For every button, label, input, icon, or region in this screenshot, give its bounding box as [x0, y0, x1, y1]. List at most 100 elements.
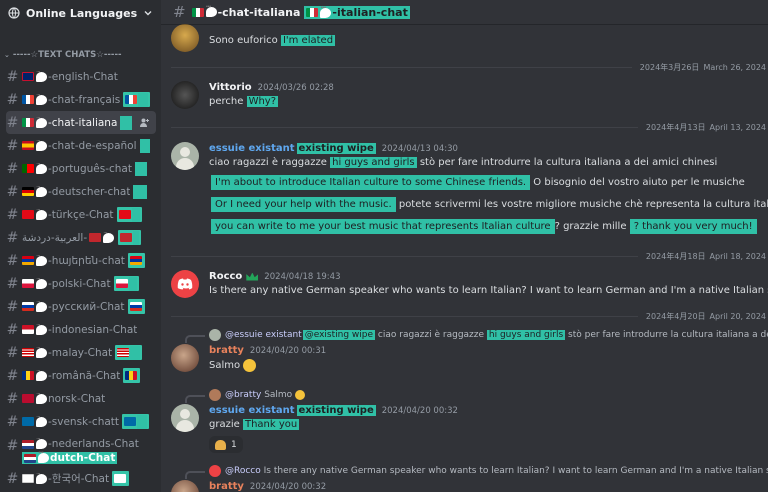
pl-flag-icon — [22, 279, 34, 288]
channel-nederlands[interactable]: #-nederlands-Chatdutch-Chat — [6, 433, 156, 467]
reply-preview[interactable]: @bratty Salmo — [209, 389, 306, 401]
channel-svensk[interactable]: # -svensk-chatt — [6, 410, 156, 433]
channel-title: -chat-italiana — [217, 5, 301, 19]
globe-icon — [8, 7, 20, 19]
channel-francais[interactable]: # -chat-français — [6, 88, 156, 111]
my-flag-icon — [22, 348, 34, 357]
channel-label: -nederlands-Chat — [48, 438, 139, 450]
channel-norsk[interactable]: # norsk-Chat — [6, 387, 156, 410]
author-name[interactable]: essuie existant — [209, 405, 295, 416]
speech-bubble-icon — [36, 183, 47, 197]
mini-avatar — [209, 389, 221, 401]
channel-label: -indonesian-Chat — [48, 323, 138, 336]
avatar[interactable] — [171, 24, 199, 52]
avatar[interactable] — [171, 480, 199, 492]
avatar[interactable] — [171, 404, 199, 432]
it-flag-icon — [22, 118, 34, 127]
speech-bubble-icon — [36, 114, 47, 128]
channel-label: -հայերեն-chat — [48, 254, 125, 267]
message-content: Sono euforico I'm elated — [209, 35, 336, 46]
message-content: Salmo — [209, 359, 257, 372]
speech-bubble-icon — [205, 3, 217, 17]
ma-flag-tag-icon — [118, 230, 142, 245]
speech-bubble-icon — [36, 252, 47, 266]
timestamp: 2024/04/20 00:32 — [381, 405, 458, 416]
channel-romana[interactable]: # -română-Chat — [6, 364, 156, 387]
hash-icon: # — [6, 298, 19, 315]
add-user-icon[interactable] — [139, 117, 150, 128]
author-name[interactable]: bratty — [209, 345, 244, 356]
message-content: Or I need your help with the music. pote… — [211, 197, 768, 212]
id-flag-icon — [22, 325, 34, 334]
channel-russian[interactable]: # -русский-Chat — [6, 295, 156, 318]
speech-bubble-icon — [36, 470, 47, 484]
channel-espanol[interactable]: # -chat-de-español — [6, 134, 156, 157]
message-content: grazie Thank you — [209, 419, 300, 430]
channel-armenian[interactable]: # -հայերեն-chat — [6, 249, 156, 272]
channel-label: -chat-italiana — [48, 116, 118, 129]
reaction-chip[interactable]: 1 — [209, 436, 243, 453]
kr-flag-icon — [22, 474, 34, 483]
message-content: Is there any native German speaker who w… — [209, 285, 768, 296]
channel-turkce[interactable]: # -türkçe-Chat — [6, 203, 156, 226]
channel-arabic[interactable]: # العربية-دردشة- — [6, 226, 156, 249]
timestamp: 2024/04/18 19:43 — [264, 271, 341, 282]
hash-icon: # — [6, 229, 19, 246]
speech-bubble-icon — [36, 367, 47, 381]
channel-indonesian[interactable]: # -indonesian-Chat — [6, 318, 156, 341]
no-flag-icon — [22, 394, 34, 403]
fr-flag-tag-icon — [123, 92, 151, 107]
hash-icon: # — [6, 68, 19, 85]
channel-malay[interactable]: # -malay-Chat — [6, 341, 156, 364]
de-flag-icon — [22, 187, 34, 196]
pl-flag-tag-icon — [113, 276, 139, 291]
ru-flag-icon — [22, 302, 34, 311]
channel-portugues[interactable]: # -português-chat — [6, 157, 156, 180]
hash-icon: # — [6, 114, 19, 131]
author-name[interactable]: Rocco — [209, 271, 242, 282]
author-name[interactable]: essuie existant — [209, 143, 295, 154]
chevron-down-icon[interactable] — [143, 8, 153, 18]
speech-bubble-icon — [36, 435, 47, 449]
channel-label: -한국어-Chat — [48, 473, 110, 485]
reply-preview[interactable]: @essuie existant @existing wipe ciao raga… — [209, 329, 768, 341]
my-flag-tag-icon — [115, 345, 143, 360]
timestamp: 2024/04/13 04:30 — [381, 143, 458, 154]
avatar[interactable] — [171, 270, 199, 298]
hash-icon: # — [173, 3, 186, 21]
message-list[interactable]: Sono euforico I'm elated 2024年3月26日 March… — [161, 24, 768, 492]
timestamp: 2024/04/20 00:31 — [249, 345, 327, 356]
channel-english[interactable]: # -english-Chat — [6, 65, 156, 88]
ma-flag-icon — [89, 233, 102, 242]
date-divider: 2024年4月20日 April 20, 2024 — [171, 310, 768, 322]
channel-sidebar: Online Languages ⌄ -----☆TEXT CHATS☆----… — [0, 0, 161, 492]
speech-bubble-icon — [36, 298, 47, 312]
hash-icon: # — [6, 183, 19, 200]
muscle-emoji-icon — [215, 439, 226, 450]
channel-title-translation: -italian-chat — [304, 4, 410, 19]
channel-deutscher[interactable]: # -deutscher-chat — [6, 180, 156, 203]
timestamp: 2024/03/26 02:28 — [257, 82, 334, 93]
author-name[interactable]: bratty — [209, 481, 244, 492]
reply-preview[interactable]: @Rocco Is there any native German speake… — [209, 465, 768, 477]
mini-avatar — [209, 329, 221, 341]
hash-icon: # — [6, 252, 19, 269]
category-text-chats[interactable]: ⌄ -----☆TEXT CHATS☆----- — [0, 48, 161, 62]
channel-label: -chat-de-español — [48, 139, 137, 152]
server-header[interactable]: Online Languages — [0, 0, 161, 26]
hash-icon: # — [6, 470, 19, 487]
ro-flag-icon — [22, 371, 34, 380]
hash-icon: # — [6, 206, 19, 223]
channel-italiana[interactable]: # -chat-italiana — [6, 111, 156, 134]
bot-crown-icon — [246, 272, 259, 281]
avatar[interactable] — [171, 81, 199, 109]
avatar[interactable] — [171, 142, 199, 170]
channel-korean[interactable]: # -한국어-Chat — [6, 467, 156, 490]
author-name[interactable]: Vittorio — [209, 82, 252, 93]
tr-flag-icon — [22, 210, 34, 219]
hash-icon: # — [6, 137, 19, 154]
kr-flag-tag-icon — [112, 471, 130, 486]
channel-polski[interactable]: # -polski-Chat — [6, 272, 156, 295]
avatar[interactable] — [171, 344, 199, 372]
speech-bubble-icon — [36, 91, 47, 105]
